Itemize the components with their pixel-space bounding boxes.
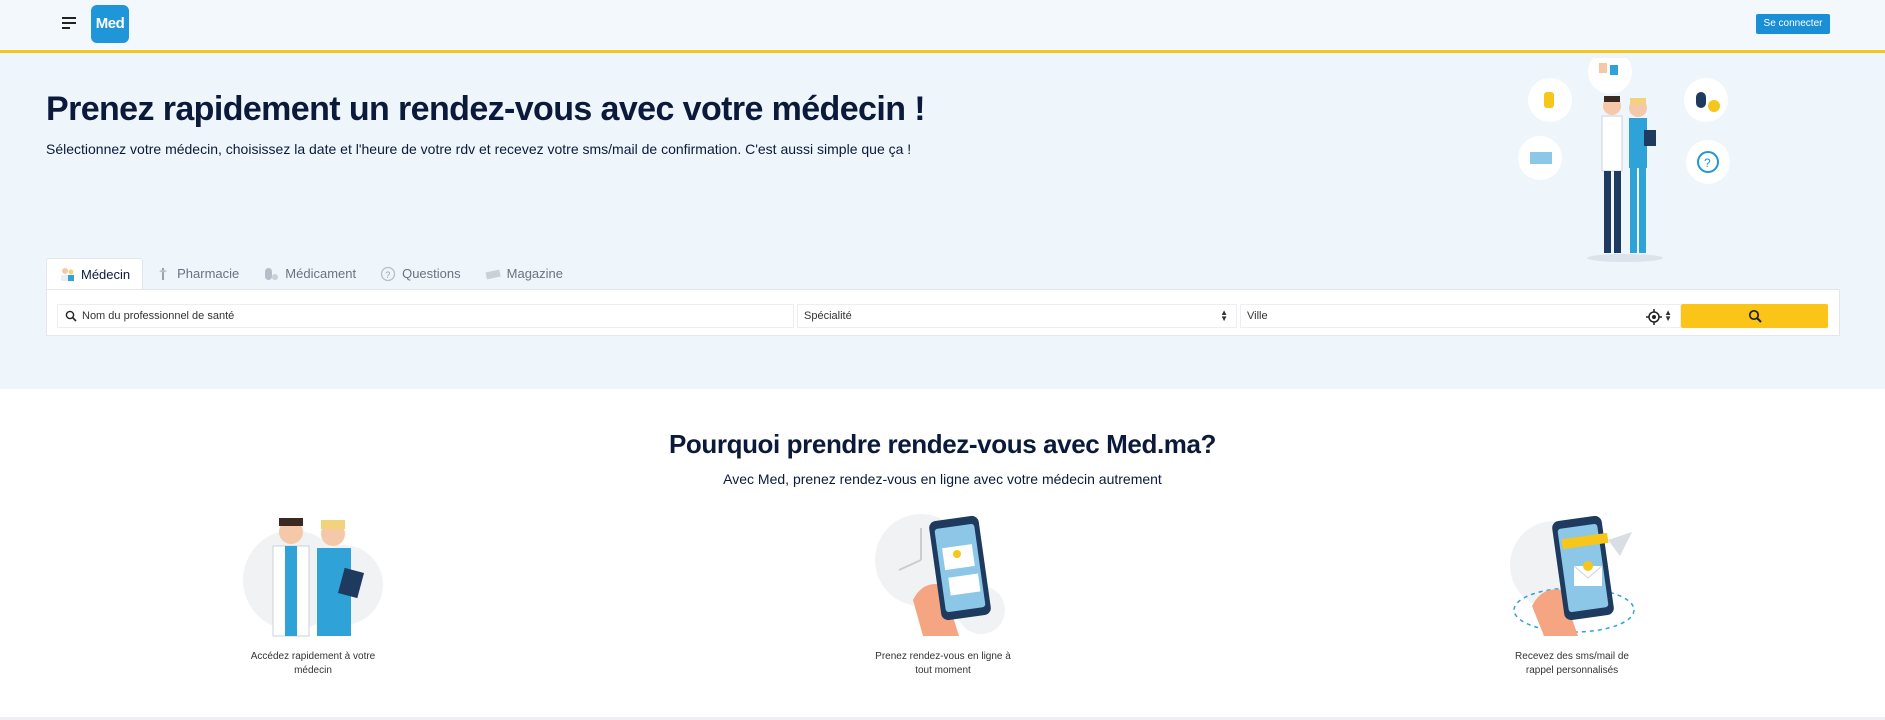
feature-caption: Accédez rapidement à votre médecin xyxy=(250,651,376,676)
professional-name-placeholder: Nom du professionnel de santé xyxy=(82,310,235,322)
tab-label: Médicament xyxy=(285,266,357,281)
tab-questions[interactable]: ? Questions xyxy=(368,258,473,289)
svg-text:?: ? xyxy=(1704,156,1711,170)
magazine-icon xyxy=(485,269,501,279)
login-button[interactable]: Se connecter xyxy=(1756,14,1830,34)
locate-icon[interactable] xyxy=(1646,309,1662,325)
search-button[interactable] xyxy=(1681,304,1828,328)
doctor-icon xyxy=(61,268,74,281)
phone-calendar-illustration xyxy=(875,514,1005,636)
search-panel: Nom du professionnel de santé Spécialité… xyxy=(46,289,1840,336)
search-icon xyxy=(1748,309,1762,323)
svg-text:?: ? xyxy=(385,270,390,280)
feature-caption: Recevez des sms/mail de rappel personnal… xyxy=(1515,651,1629,676)
professional-name-input[interactable]: Nom du professionnel de santé xyxy=(57,304,794,328)
question-icon: ? xyxy=(380,266,396,281)
hero-subtitle: Sélectionnez votre médecin, choisissez l… xyxy=(46,141,912,157)
city-select[interactable]: Ville ▲ ▼ xyxy=(1240,304,1681,328)
feature-reminders: Recevez des sms/mail de rappel personnal… xyxy=(1477,510,1667,678)
search-tabs: Médecin Pharmacie Médicament ? Questions… xyxy=(46,258,575,289)
tab-pharmacie[interactable]: Pharmacie xyxy=(143,258,251,289)
select-arrows-icon: ▲ ▼ xyxy=(1664,308,1672,323)
logo[interactable]: Med xyxy=(91,5,129,43)
menu-icon[interactable] xyxy=(62,17,76,29)
tab-label: Magazine xyxy=(506,266,564,281)
hero-illustration: ? xyxy=(1518,58,1730,262)
tab-label: Pharmacie xyxy=(177,266,240,281)
specialty-select[interactable]: Spécialité ▲ ▼ xyxy=(797,304,1237,328)
phone-mail-illustration xyxy=(1510,515,1635,636)
why-title: Pourquoi prendre rendez-vous avec Med.ma… xyxy=(668,429,1217,459)
medicine-icon xyxy=(265,267,279,280)
select-arrows-icon: ▲ ▼ xyxy=(1220,308,1228,323)
city-value: Ville xyxy=(1247,310,1268,322)
hero-title: Prenez rapidement un rendez-vous avec vo… xyxy=(46,90,926,128)
doctors-illustration xyxy=(243,518,383,637)
tab-magazine[interactable]: Magazine xyxy=(473,258,575,289)
top-bar: Med Se connecter xyxy=(0,0,1885,53)
tab-label: Médecin xyxy=(81,266,131,282)
search-icon xyxy=(65,310,77,322)
pharmacy-icon xyxy=(159,267,168,280)
specialty-value: Spécialité xyxy=(804,310,852,322)
why-subtitle: Avec Med, prenez rendez-vous en ligne av… xyxy=(723,471,1162,487)
feature-access-doctor: Accédez rapidement à votre médecin xyxy=(218,510,408,678)
tab-medecin[interactable]: Médecin xyxy=(46,258,144,289)
feature-book-anytime: Prenez rendez-vous en ligne à tout momen… xyxy=(848,510,1038,678)
tab-label: Questions xyxy=(402,266,461,281)
tab-medicament[interactable]: Médicament xyxy=(251,258,368,289)
hero-section: Prenez rapidement un rendez-vous avec vo… xyxy=(0,53,1885,389)
feature-caption: Prenez rendez-vous en ligne à tout momen… xyxy=(875,651,1011,676)
